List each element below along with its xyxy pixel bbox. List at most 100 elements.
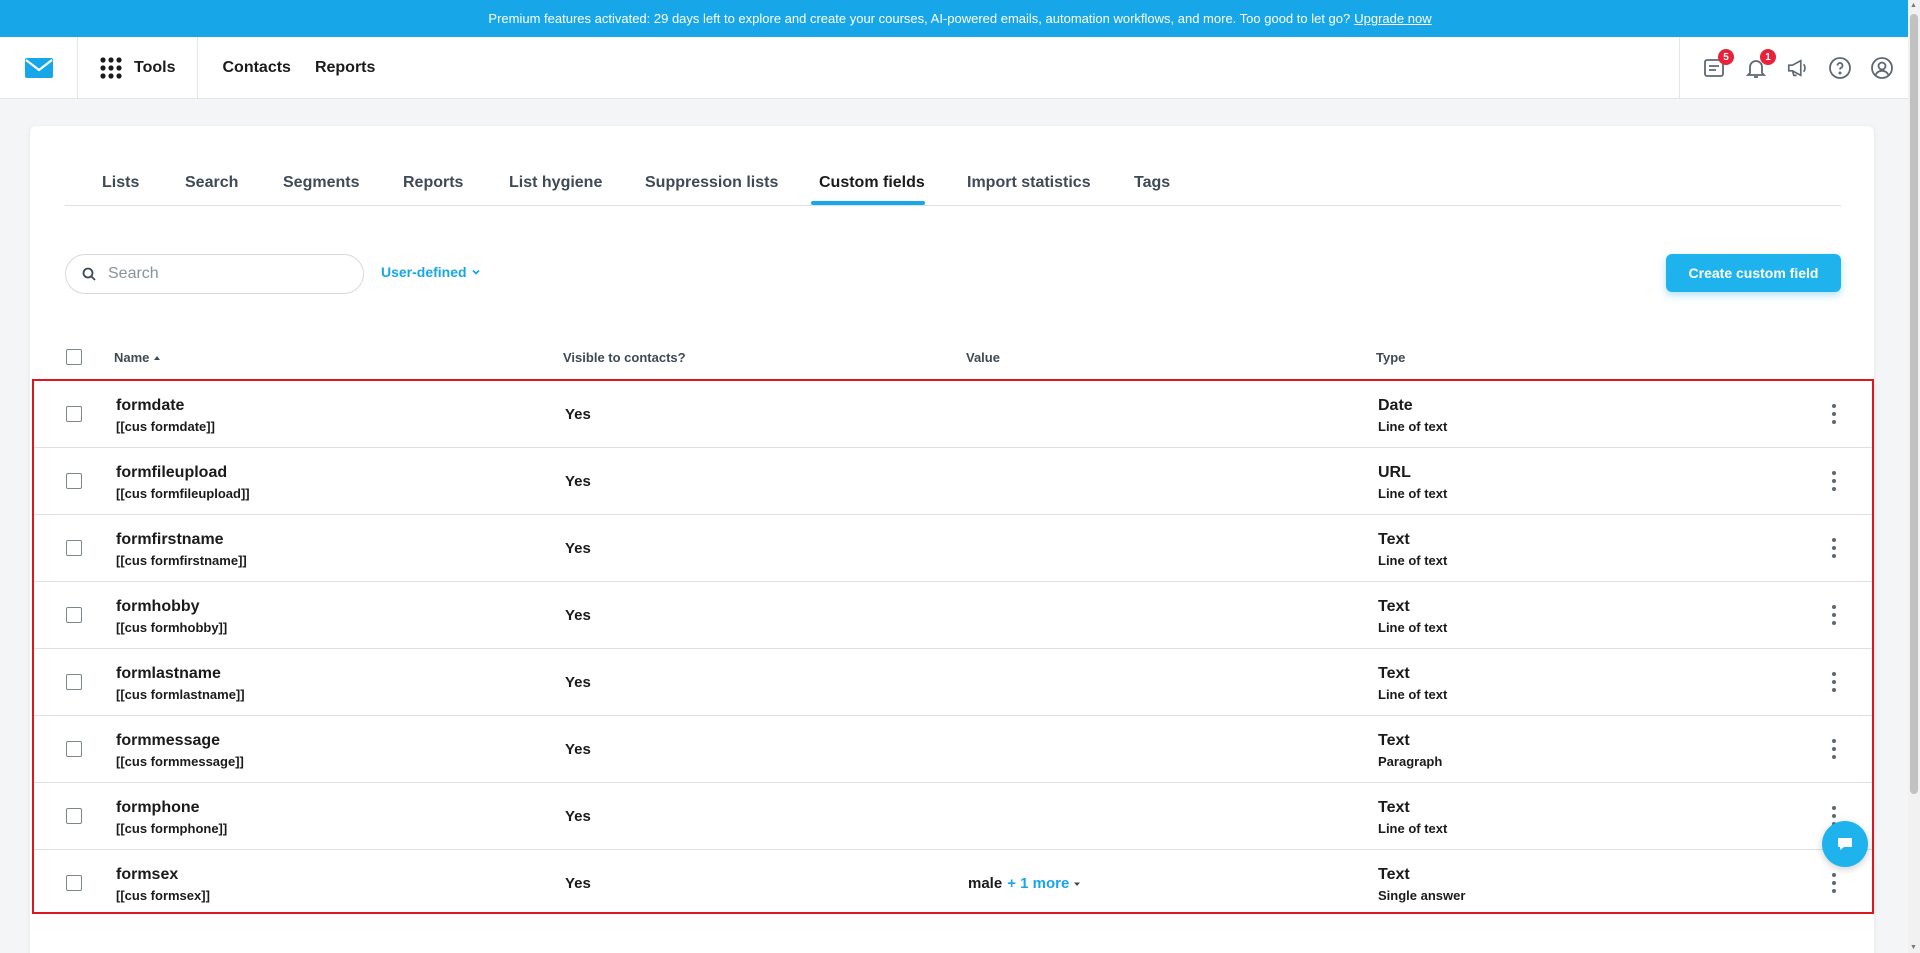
header-visible: Visible to contacts?: [563, 350, 686, 365]
notifications-badge: 1: [1760, 49, 1776, 65]
field-type: Text: [1378, 866, 1410, 883]
courses-button[interactable]: 5: [1702, 49, 1734, 80]
field-subtype: Line of text: [1378, 553, 1448, 568]
row-checkbox[interactable]: [66, 741, 82, 757]
field-name: formhobby: [116, 598, 200, 615]
help-icon: [1829, 57, 1851, 79]
field-type: Text: [1378, 531, 1410, 548]
field-name-cell[interactable]: formsex [[cus formsex]]: [116, 866, 210, 903]
filter-label: User-defined: [381, 264, 467, 280]
row-checkbox[interactable]: [66, 875, 82, 891]
visible-value: Yes: [565, 540, 591, 557]
row-checkbox[interactable]: [66, 607, 82, 623]
create-custom-field-button[interactable]: Create custom field: [1666, 254, 1841, 292]
tab-custom-fields[interactable]: Custom fields: [819, 174, 925, 192]
visible-value: Yes: [565, 406, 591, 423]
field-tag: [[cus formphone]]: [116, 821, 228, 836]
tab-tags[interactable]: Tags: [1134, 174, 1170, 192]
app-logo[interactable]: [0, 36, 78, 99]
field-name: formlastname: [116, 665, 221, 682]
row-checkbox[interactable]: [66, 406, 82, 422]
table-row: formphone [[cus formphone]] Yes Text Lin…: [34, 783, 1872, 850]
caret-down-icon: [1074, 882, 1081, 886]
envelope-logo-icon: [24, 57, 53, 78]
search-input[interactable]: [108, 265, 338, 283]
help-button[interactable]: [1828, 56, 1852, 80]
row-checkbox[interactable]: [66, 473, 82, 489]
tab-import-statistics[interactable]: Import statistics: [967, 174, 1091, 192]
field-name: formdate: [116, 397, 185, 414]
sort-ascending-icon: [154, 355, 161, 360]
more-values-link[interactable]: + 1 more: [1007, 875, 1081, 892]
search-field[interactable]: [65, 254, 364, 294]
field-name: formmessage: [116, 732, 221, 749]
field-type: URL: [1378, 464, 1411, 481]
field-name-cell[interactable]: formfileupload [[cus formfileupload]]: [116, 464, 250, 501]
field-tag: [[cus formfirstname]]: [116, 553, 247, 568]
table-row: formhobby [[cus formhobby]] Yes Text Lin…: [34, 582, 1872, 649]
tab-search[interactable]: Search: [185, 174, 238, 192]
courses-badge: 5: [1718, 49, 1734, 65]
row-checkbox[interactable]: [66, 808, 82, 824]
announcements-button[interactable]: [1786, 56, 1810, 80]
header-name[interactable]: Name: [114, 350, 161, 365]
table-row: formfirstname [[cus formfirstname]] Yes …: [34, 515, 1872, 582]
notifications-button[interactable]: 1: [1744, 49, 1776, 80]
row-checkbox[interactable]: [66, 540, 82, 556]
chevron-down-icon: [471, 269, 480, 275]
row-actions-kebab-icon[interactable]: [1826, 404, 1842, 424]
scroll-up-arrow-icon[interactable]: ▲: [1910, 2, 1917, 9]
table-row: formfileupload [[cus formfileupload]] Ye…: [34, 448, 1872, 515]
field-subtype: Paragraph: [1378, 754, 1443, 769]
header-value-label: Value: [966, 350, 1000, 365]
nav-reports[interactable]: Reports: [315, 59, 375, 77]
row-checkbox[interactable]: [66, 674, 82, 690]
chat-button[interactable]: [1822, 821, 1868, 867]
type-cell: Text Paragraph: [1378, 732, 1442, 769]
row-actions-kebab-icon[interactable]: [1826, 471, 1842, 491]
row-actions-kebab-icon[interactable]: [1826, 672, 1842, 692]
banner-text: Premium features activated: 29 days left…: [488, 11, 1351, 26]
user-defined-filter[interactable]: User-defined: [381, 264, 481, 280]
field-name-cell[interactable]: formmessage [[cus formmessage]]: [116, 732, 244, 769]
field-name-cell[interactable]: formdate [[cus formdate]]: [116, 397, 215, 434]
row-actions-kebab-icon[interactable]: [1826, 873, 1842, 893]
scroll-down-arrow-icon[interactable]: ▼: [1910, 944, 1917, 951]
tab-suppression-lists[interactable]: Suppression lists: [645, 174, 778, 192]
tab-list-hygiene[interactable]: List hygiene: [509, 174, 602, 192]
row-actions-kebab-icon[interactable]: [1826, 605, 1842, 625]
tab-lists[interactable]: Lists: [102, 174, 139, 192]
field-name-cell[interactable]: formfirstname [[cus formfirstname]]: [116, 531, 247, 568]
field-tag: [[cus formsex]]: [116, 888, 210, 903]
field-type: Text: [1378, 732, 1410, 749]
header-type-label: Type: [1376, 350, 1406, 365]
nav-contacts[interactable]: Contacts: [222, 59, 290, 77]
type-cell: Text Line of text: [1378, 598, 1447, 635]
visible-value: Yes: [565, 674, 591, 691]
field-tag: [[cus formmessage]]: [116, 754, 244, 769]
field-name: formfileupload: [116, 464, 228, 481]
visible-value: Yes: [565, 607, 591, 624]
row-actions-kebab-icon[interactable]: [1826, 739, 1842, 759]
tab-reports[interactable]: Reports: [403, 174, 463, 192]
field-name-cell[interactable]: formlastname [[cus formlastname]]: [116, 665, 245, 702]
field-name-cell[interactable]: formphone [[cus formphone]]: [116, 799, 227, 836]
upgrade-link[interactable]: Upgrade now: [1354, 11, 1431, 26]
table-row: formdate [[cus formdate]] Yes Date Line …: [34, 381, 1872, 448]
field-subtype: Line of text: [1378, 821, 1448, 836]
row-actions-kebab-icon[interactable]: [1826, 538, 1842, 558]
page-scrollbar[interactable]: ▲ ▼: [1908, 0, 1920, 953]
tools-menu[interactable]: Tools: [78, 36, 199, 99]
field-name: formphone: [116, 799, 200, 816]
table-header: Name Visible to contacts? Value Type: [30, 342, 1874, 372]
scrollbar-thumb[interactable]: [1910, 14, 1918, 794]
field-name: formfirstname: [116, 531, 224, 548]
top-icons-group: 5 1: [1679, 37, 1908, 99]
grid-icon: [100, 56, 122, 79]
field-name-cell[interactable]: formhobby [[cus formhobby]]: [116, 598, 227, 635]
account-button[interactable]: [1870, 56, 1894, 80]
select-all-checkbox[interactable]: [66, 349, 82, 365]
tab-segments[interactable]: Segments: [283, 174, 359, 192]
top-navigation: Tools Contacts Reports 5 1: [0, 36, 1908, 99]
more-values-label: + 1 more: [1007, 875, 1070, 892]
